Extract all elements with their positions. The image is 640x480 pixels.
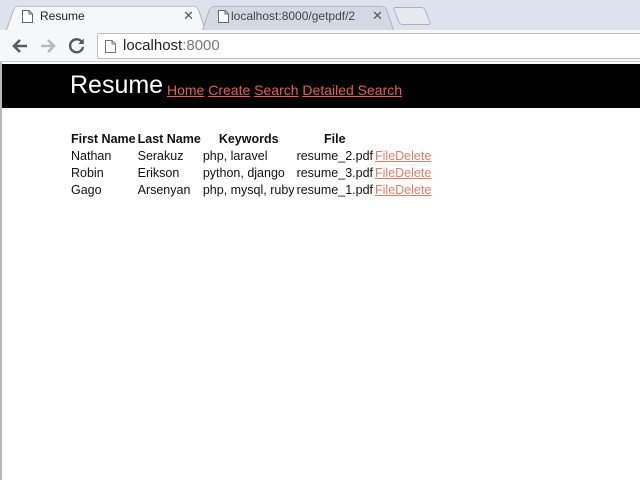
- nav-link-home[interactable]: Home: [167, 82, 204, 98]
- last-name-cell: Arsenyan: [137, 182, 191, 197]
- table-row: Nathan Serakuz php, laravel resume_2.pdf…: [70, 147, 432, 164]
- file-name-cell: resume_2.pdf: [296, 148, 373, 163]
- close-icon[interactable]: ✕: [183, 8, 194, 24]
- forward-arrow-icon[interactable]: [38, 36, 58, 56]
- first-name-cell: Robin: [71, 165, 104, 180]
- resume-table: First Name Last Name Keywords File Natha…: [70, 131, 432, 198]
- tab-title: Resume: [40, 9, 85, 23]
- delete-link[interactable]: Delete: [395, 166, 431, 180]
- close-icon[interactable]: ✕: [372, 8, 383, 24]
- tab-title: localhost:8000/getpdf/2: [231, 9, 356, 23]
- browser-tab-strip: Resume ✕ localhost:8000/getpdf/2 ✕: [0, 0, 640, 30]
- file-link[interactable]: File: [375, 166, 395, 180]
- column-header-last-name: Last Name: [137, 132, 201, 146]
- url-host: localhost: [123, 37, 183, 54]
- actions-cell: FileDelete: [374, 147, 432, 164]
- new-tab-button[interactable]: [392, 7, 432, 25]
- reload-icon[interactable]: [67, 36, 87, 56]
- url-text: localhost:8000: [123, 37, 220, 54]
- actions-cell: FileDelete: [374, 181, 432, 198]
- site-header: Resume Home Create Search Detailed Searc…: [2, 64, 640, 108]
- nav-link-create[interactable]: Create: [208, 82, 250, 98]
- column-header-first-name: First Name: [71, 132, 136, 146]
- table-row: Robin Erikson python, django resume_3.pd…: [70, 164, 432, 181]
- page-icon: [105, 40, 116, 53]
- tab-resume[interactable]: Resume ✕: [6, 3, 206, 30]
- page-icon: [218, 10, 229, 23]
- keywords-cell: php, mysql, ruby: [202, 182, 295, 197]
- site-brand: Resume: [70, 71, 164, 99]
- page-icon: [22, 10, 33, 23]
- file-name-cell: resume_1.pdf: [296, 182, 373, 197]
- nav-link-detailed-search[interactable]: Detailed Search: [302, 82, 402, 98]
- first-name-cell: Nathan: [71, 148, 112, 163]
- delete-link[interactable]: Delete: [395, 183, 431, 197]
- keywords-cell: python, django: [202, 165, 285, 180]
- back-arrow-icon[interactable]: [10, 36, 30, 56]
- browser-toolbar: localhost:8000: [0, 30, 640, 62]
- table-header-row: First Name Last Name Keywords File: [70, 131, 432, 147]
- column-header-keywords: Keywords: [218, 132, 279, 146]
- last-name-cell: Erikson: [137, 165, 180, 180]
- tab-getpdf[interactable]: localhost:8000/getpdf/2 ✕: [202, 3, 394, 30]
- first-name-cell: Gago: [71, 182, 102, 197]
- address-bar[interactable]: localhost:8000: [97, 33, 640, 59]
- table-row: Gago Arsenyan php, mysql, ruby resume_1.…: [70, 181, 432, 198]
- site-nav: Home Create Search Detailed Search: [167, 82, 402, 98]
- column-header-actions: [374, 131, 432, 147]
- last-name-cell: Serakuz: [137, 148, 184, 163]
- delete-link[interactable]: Delete: [395, 149, 431, 163]
- url-port: :8000: [182, 37, 220, 54]
- file-link[interactable]: File: [375, 183, 395, 197]
- file-name-cell: resume_3.pdf: [296, 165, 373, 180]
- file-link[interactable]: File: [375, 149, 395, 163]
- page-content: Resume Home Create Search Detailed Searc…: [0, 62, 640, 480]
- nav-link-search[interactable]: Search: [254, 82, 298, 98]
- column-header-file: File: [324, 132, 346, 146]
- actions-cell: FileDelete: [374, 164, 432, 181]
- keywords-cell: php, laravel: [202, 148, 268, 163]
